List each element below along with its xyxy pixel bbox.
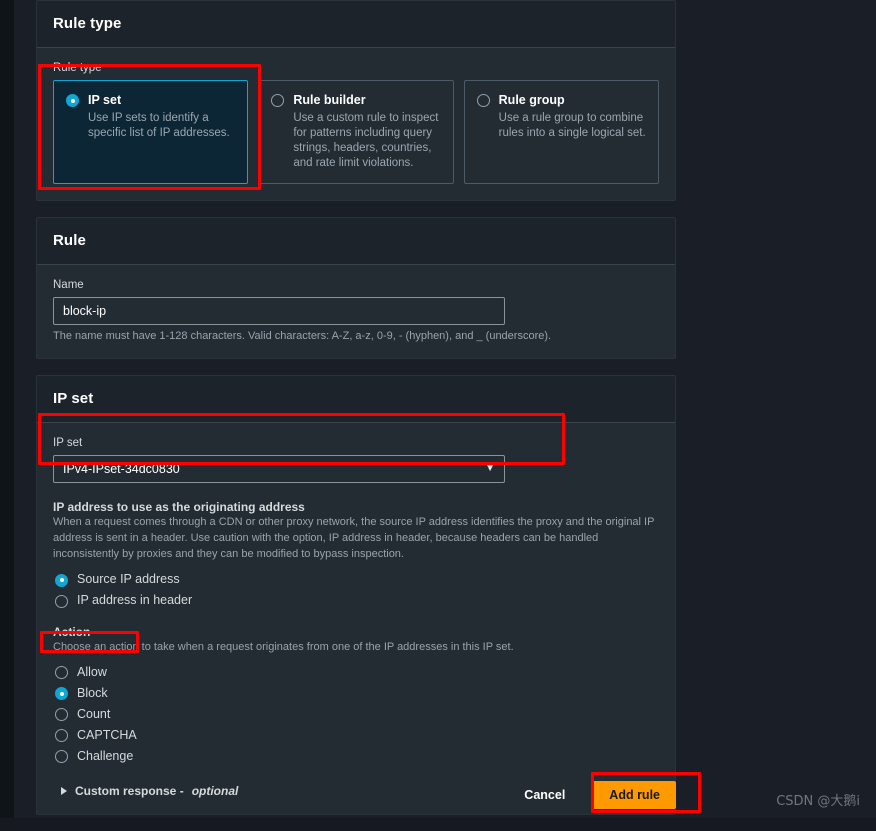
radio-row-source-ip-address[interactable]: Source IP address: [53, 569, 659, 589]
ip-set-panel-header: IP set: [37, 376, 675, 424]
rule-type-tile-rule-builder-desc: Use a custom rule to inspect for pattern…: [293, 111, 439, 170]
radio-label-source-ip-address: Source IP address: [77, 572, 180, 586]
rule-type-panel-title: Rule type: [53, 15, 122, 32]
action-description: Choose an action to take when a request …: [53, 641, 514, 653]
watermark: CSDN @大鹅i: [776, 794, 860, 809]
cancel-button[interactable]: Cancel: [514, 782, 575, 808]
rule-type-tile-group: IP set Use IP sets to identify a specifi…: [53, 80, 659, 185]
radio-label-captcha: CAPTCHA: [77, 727, 137, 742]
rule-type-field-label: Rule type: [53, 62, 102, 74]
radio-icon-challenge[interactable]: [55, 750, 68, 764]
radio-icon-ip-address-in-header[interactable]: [55, 594, 68, 608]
rule-name-help-text: The name must have 1-128 characters. Val…: [53, 330, 552, 343]
rule-type-panel-header: Rule type: [37, 1, 675, 48]
radio-label-allow: Allow: [77, 664, 107, 679]
chevron-down-icon[interactable]: ▼: [485, 464, 495, 474]
ip-set-select-value: IPv4-IPset-34dc0830: [63, 462, 180, 477]
originating-address-title: IP address to use as the originating add…: [53, 500, 305, 515]
radio-icon-block[interactable]: [55, 687, 68, 701]
radio-icon-rule-builder[interactable]: [271, 94, 285, 107]
radio-icon-source-ip-address[interactable]: [55, 573, 68, 587]
left-gutter: [0, 0, 14, 818]
radio-icon-ip-set[interactable]: [66, 94, 79, 107]
ip-set-panel: IP set IP set IPv4-IPset-34dc0830 ▼ IP a…: [36, 375, 676, 815]
radio-label-challenge: Challenge: [77, 748, 134, 763]
rule-name-input[interactable]: [53, 297, 505, 326]
radio-icon-rule-group[interactable]: [476, 94, 490, 107]
rule-type-panel-body: Rule type IP set Use IP sets to identify…: [37, 48, 675, 200]
action-title: Action: [53, 625, 91, 639]
rule-type-tile-ip-set-title: IP set: [88, 93, 122, 107]
rule-panel: Rule Name The name must have 1-128 chara…: [36, 217, 676, 360]
ip-set-panel-title: IP set: [53, 390, 94, 408]
rule-type-tile-rule-group-desc: Use a rule group to combine rules into a…: [498, 111, 646, 139]
rule-type-tile-rule-builder[interactable]: Rule builder Use a custom rule to inspec…: [258, 80, 454, 185]
rule-panel-header: Rule: [37, 218, 675, 266]
rule-form: Rule type Rule type IP set Use IP sets t…: [36, 0, 676, 831]
rule-panel-title: Rule: [53, 232, 86, 250]
rule-panel-body: Name The name must have 1-128 characters…: [37, 265, 675, 358]
rule-name-label: Name: [53, 279, 84, 292]
originating-address-description: When a request comes through a CDN or ot…: [53, 516, 655, 561]
ip-set-select-wrapper[interactable]: IPv4-IPset-34dc0830 ▼: [53, 455, 505, 484]
radio-row-block[interactable]: Block: [53, 683, 659, 703]
radio-icon-allow[interactable]: [55, 666, 68, 680]
ip-set-select-label: IP set: [53, 437, 83, 450]
radio-row-count[interactable]: Count: [53, 704, 659, 724]
rule-type-tile-rule-group[interactable]: Rule group Use a rule group to combine r…: [463, 80, 659, 185]
radio-label-block: Block: [77, 685, 108, 700]
radio-row-ip-address-in-header[interactable]: IP address in header: [53, 590, 659, 610]
ip-set-panel-body: IP set IPv4-IPset-34dc0830 ▼ IP address …: [37, 423, 675, 814]
rule-type-tile-ip-set[interactable]: IP set Use IP sets to identify a specifi…: [53, 80, 249, 185]
radio-row-challenge[interactable]: Challenge: [53, 746, 659, 766]
rule-type-panel: Rule type Rule type IP set Use IP sets t…: [36, 0, 676, 202]
rule-type-tile-rule-builder-title: Rule builder: [293, 93, 366, 107]
rule-type-tile-rule-group-title: Rule group: [498, 93, 565, 107]
radio-label-count: Count: [77, 706, 111, 721]
radio-label-ip-address-in-header: IP address in header: [77, 593, 193, 607]
ip-set-select[interactable]: IPv4-IPset-34dc0830: [53, 455, 505, 484]
radio-row-allow[interactable]: Allow: [53, 662, 659, 682]
radio-row-captcha[interactable]: CAPTCHA: [53, 725, 659, 745]
radio-icon-captcha[interactable]: [55, 729, 68, 743]
radio-icon-count[interactable]: [55, 708, 68, 722]
form-footer: Cancel Add rule: [36, 775, 676, 815]
add-rule-button[interactable]: Add rule: [593, 781, 676, 809]
rule-type-tile-ip-set-desc: Use IP sets to identify a specific list …: [88, 111, 230, 139]
